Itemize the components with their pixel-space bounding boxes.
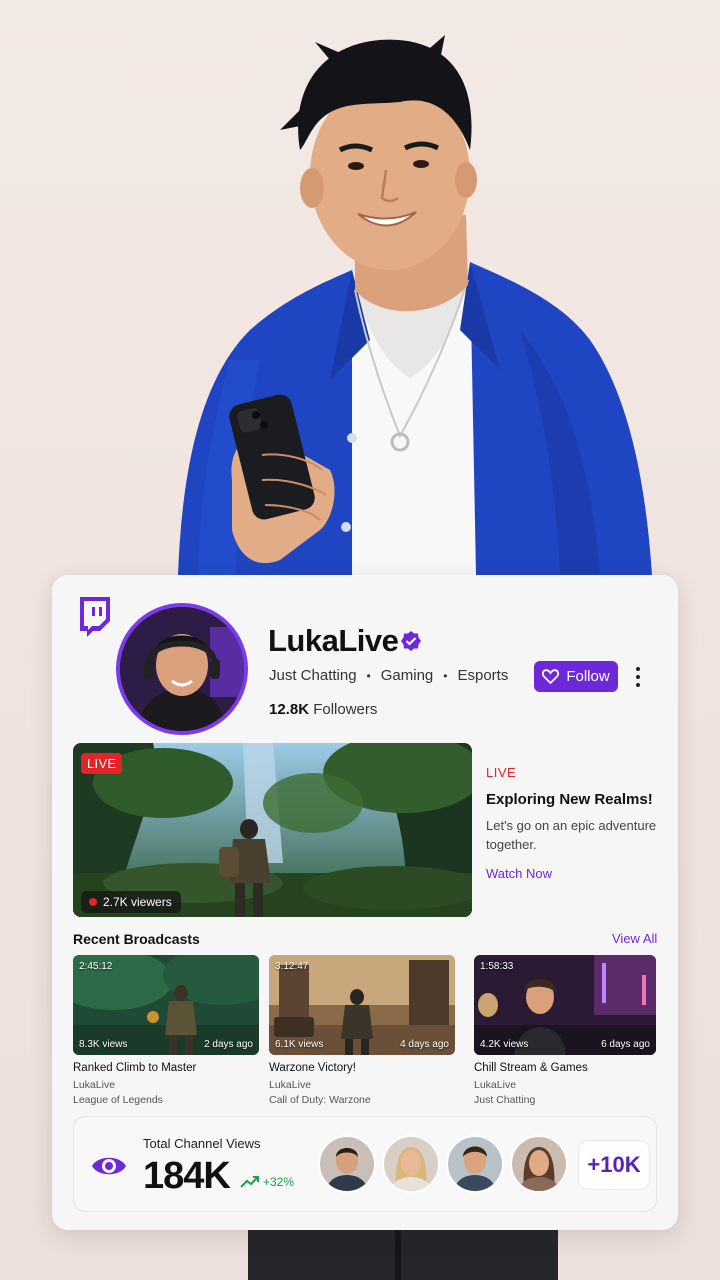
broadcast-duration: 3:12:47 [275,961,309,972]
heart-icon [542,669,560,684]
avatar-image [120,607,244,731]
follower-avatar-image [320,1137,374,1191]
broadcast-views: 4.2K views [480,1039,529,1050]
total-views-value: 184K [143,1155,231,1197]
live-badge: LIVE [81,753,123,774]
broadcast-card[interactable]: 3:12:47 6.1K views 4 days ago Warzone Vi… [269,955,455,1106]
follow-button[interactable]: Follow [534,661,618,692]
follower-avatar-image [448,1137,502,1191]
twitch-logo-icon[interactable] [76,595,114,637]
stream-description: Let's go on an epic adventure together. [486,818,657,852]
separator-dot: • [366,668,371,683]
view-all-link[interactable]: View All [612,931,657,946]
channel-card: LukaLive Just Chatting • Gaming • Esport… [52,575,678,1230]
broadcast-thumbnail[interactable]: 1:58:33 4.2K views 6 days ago [474,955,656,1055]
broadcast-game: Call of Duty: Warzone [269,1094,371,1106]
broadcast-title[interactable]: Chill Stream & Games [474,1062,656,1074]
broadcast-views: 8.3K views [79,1039,128,1050]
follower-label: Followers [313,701,378,718]
views-growth: +32% [240,1175,294,1189]
broadcast-thumbnail[interactable]: 3:12:47 6.1K views 4 days ago [269,955,455,1055]
channel-avatar[interactable] [116,603,248,735]
live-status: LIVE [486,765,517,780]
broadcast-views: 6.1K views [275,1039,324,1050]
live-dot-icon [89,898,97,906]
follower-count: 12.8K Followers [269,701,377,718]
follower-avatar-image [512,1137,566,1191]
broadcast-thumbnail[interactable]: 2:45:12 8.3K views 2 days ago [73,955,259,1055]
broadcast-game: League of Legends [73,1094,163,1106]
broadcast-age: 4 days ago [400,1039,449,1050]
viewer-count-label: 2.7K viewers [103,895,172,909]
broadcast-card[interactable]: 2:45:12 8.3K views 2 days ago Ranked Cli… [73,955,259,1106]
total-views-label: Total Channel Views [143,1136,261,1151]
more-vertical-icon[interactable] [630,663,646,691]
broadcast-card[interactable]: 1:58:33 4.2K views 6 days ago Chill Stre… [474,955,656,1106]
more-followers-badge[interactable]: +10K [578,1140,650,1190]
separator-dot: • [443,668,448,683]
broadcast-duration: 1:58:33 [480,961,514,972]
follower-avatar[interactable] [318,1135,376,1193]
follower-avatar[interactable] [510,1135,568,1193]
follower-avatar[interactable] [446,1135,504,1193]
category-tag[interactable]: Just Chatting [269,667,357,684]
follow-label: Follow [566,668,610,685]
broadcast-channel: LukaLive [73,1079,116,1091]
live-stream-thumbnail[interactable]: LIVE 2.7K viewers [73,743,472,917]
watch-now-link[interactable]: Watch Now [486,866,552,881]
follower-avatar-image [384,1137,438,1191]
viewer-count: 2.7K viewers [81,891,181,913]
verified-icon [401,631,421,651]
stream-title[interactable]: Exploring New Realms! [486,791,653,808]
broadcast-age: 6 days ago [601,1039,650,1050]
broadcast-duration: 2:45:12 [79,961,113,972]
category-tag[interactable]: Gaming [381,667,434,684]
growth-value: +32% [263,1175,295,1189]
broadcast-age: 2 days ago [204,1039,253,1050]
channel-stats-panel: Total Channel Views 184K +32% +10K [73,1116,657,1212]
category-tag[interactable]: Esports [457,667,508,684]
category-list: Just Chatting • Gaming • Esports [269,667,508,684]
follower-avatar[interactable] [382,1135,440,1193]
broadcast-title[interactable]: Ranked Climb to Master [73,1062,259,1074]
eye-icon [92,1157,126,1175]
recent-broadcasts-heading: Recent Broadcasts [73,931,200,947]
broadcast-channel: LukaLive [269,1079,312,1091]
broadcast-title[interactable]: Warzone Victory! [269,1062,455,1074]
broadcast-channel: LukaLive [474,1079,517,1091]
trend-up-icon [240,1176,259,1188]
follower-number: 12.8K [269,701,310,718]
channel-name[interactable]: LukaLive [268,623,399,659]
broadcast-game: Just Chatting [474,1094,536,1106]
